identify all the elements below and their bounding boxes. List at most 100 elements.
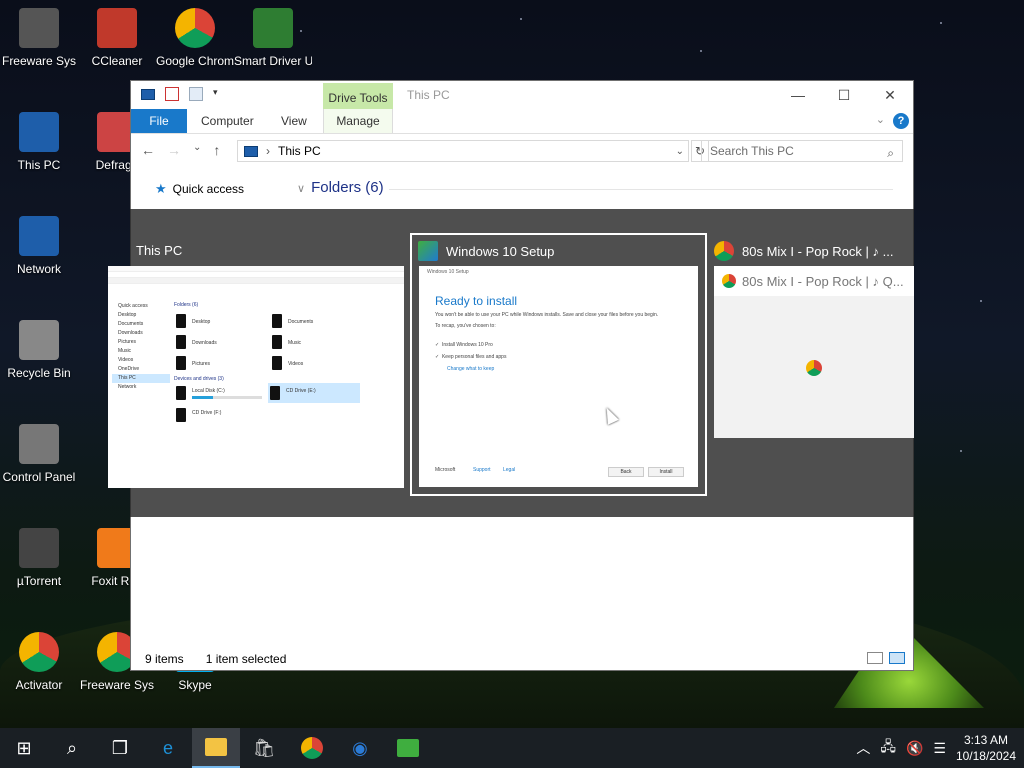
desktop-icon[interactable]: This PC (0, 112, 78, 172)
properties-icon[interactable] (165, 87, 179, 101)
network-icon[interactable]: 🖧 (880, 736, 896, 760)
file-explorer-icon (205, 738, 227, 756)
setup-icon (397, 739, 419, 757)
install-button[interactable]: Install (648, 467, 684, 477)
folder-icon (176, 314, 186, 328)
status-bar: 9 items 1 item selected (145, 652, 286, 666)
chrome-icon (722, 274, 736, 288)
firefox-icon[interactable]: ◉ (336, 728, 384, 768)
folder-label: Downloads (192, 340, 217, 346)
folder-icon (176, 356, 186, 370)
folder-label: Documents (288, 319, 314, 325)
search-icon[interactable]: ⌕ (48, 728, 96, 768)
window-title: This PC (407, 88, 450, 102)
change-what-to-keep-link[interactable]: Change what to keep (447, 366, 494, 372)
start-icon[interactable]: ⊞ (0, 728, 48, 768)
desktop-icon[interactable]: Freeware Sys (0, 8, 78, 68)
mini-nav-item: Documents (118, 321, 144, 327)
breadcrumb-chevron-icon[interactable]: › (266, 144, 270, 158)
drive-tools-contextual-tab: Drive Tools (323, 83, 393, 109)
this-pc-icon (141, 88, 155, 100)
drive-label: CD Drive (F:) (192, 410, 222, 416)
details-view-button[interactable] (867, 652, 883, 664)
minimize-button[interactable]: — (775, 81, 821, 109)
utorrent-icon (19, 528, 59, 568)
drive-icon (176, 408, 186, 422)
folder-icon (272, 335, 282, 349)
ribbon-tabs: File Computer View Manage ⌄ ? (131, 109, 913, 134)
tab-computer[interactable]: Computer (201, 109, 254, 133)
desktop-icon[interactable]: Google Chrome (156, 8, 234, 68)
mini-nav-item: OneDrive (118, 366, 140, 372)
desktop-icon[interactable]: Activator (0, 632, 78, 692)
file-explorer-icon[interactable] (192, 728, 240, 768)
desktop-icon[interactable]: Network (0, 216, 78, 276)
tab-file[interactable]: File (131, 109, 187, 133)
drive-icon (176, 386, 186, 400)
large-icons-view-button[interactable] (889, 652, 905, 664)
this-pc-thumbnail[interactable]: Quick access Desktop Documents Downloads Pic… (108, 266, 404, 488)
tab-view[interactable]: View (281, 109, 307, 133)
help-icon[interactable]: ? (893, 113, 909, 129)
address-bar[interactable]: › This PC ⌄ (237, 140, 689, 162)
up-arrow-icon[interactable]: ↑ (213, 142, 220, 158)
folder-label: Music (288, 340, 302, 346)
desktop-icon[interactable]: Control Panel (0, 424, 78, 484)
desktop-icon-label: Freeware Sys (1, 54, 77, 68)
notifications-icon[interactable]: ☰ (933, 740, 946, 757)
back-button[interactable]: Back (608, 467, 644, 477)
setup-icon (418, 241, 438, 261)
chrome-icon (175, 8, 215, 48)
windows-setup-thumbnail[interactable]: Windows 10 Setup Ready to install You wo… (419, 266, 698, 487)
chevron-down-icon[interactable]: ▾ (213, 87, 221, 101)
nav-quick-access[interactable]: ★ Quick access (155, 181, 244, 197)
desktop-icon[interactable]: Recycle Bin (0, 320, 78, 380)
new-folder-icon[interactable] (189, 87, 203, 101)
setup-icon[interactable] (384, 728, 432, 768)
search-input[interactable]: Search This PC ⌕ (701, 140, 903, 162)
chrome-loading-icon (806, 360, 822, 376)
maximize-button[interactable]: ☐ (821, 81, 867, 109)
mini-nav-item: Pictures (118, 339, 137, 345)
desktop-icon[interactable]: CCleaner (78, 8, 156, 68)
chevron-up-icon[interactable]: ︿ (856, 738, 870, 758)
tab-manage[interactable]: Manage (323, 109, 393, 133)
tile-title-windows-setup[interactable]: Windows 10 Setup (418, 241, 554, 261)
selection-count: 1 item selected (205, 652, 287, 666)
desktop-icon-label: Control Panel (2, 470, 76, 484)
drive-icon (270, 386, 280, 400)
desktop-icon[interactable]: µTorrent (0, 528, 78, 588)
clock[interactable]: 3:13 AM 10/18/2024 (956, 732, 1016, 764)
firefox-icon: ◉ (352, 737, 368, 758)
drive-label: CD Drive (E:) (286, 388, 316, 394)
chrome-thumbnail[interactable]: 80s Mix I - Pop Rock | ♪ Q... (714, 266, 914, 438)
chrome-icon[interactable] (288, 728, 336, 768)
close-button[interactable]: ✕ (867, 81, 913, 109)
back-arrow-icon[interactable]: ← (141, 142, 155, 158)
mini-nav-item: Quick access (118, 303, 148, 309)
address-dropdown-icon[interactable]: ⌄ (676, 146, 684, 157)
folder-icon (272, 356, 282, 370)
volume-muted-icon[interactable]: 🔇 (906, 740, 923, 757)
store-icon[interactable]: 🛍 (240, 728, 288, 768)
forward-arrow-icon[interactable]: → (167, 142, 181, 158)
chrome-icon (301, 737, 323, 759)
this-pc-icon (19, 112, 59, 152)
desktop-icon-label: CCleaner (91, 54, 143, 68)
folders-section-header[interactable]: ∨ Folders (6) (297, 179, 384, 196)
recent-locations-icon[interactable]: ⌄ (193, 142, 201, 158)
collapse-ribbon-icon[interactable]: ⌄ (876, 113, 885, 126)
tile-title-this-pc[interactable]: This PC (136, 243, 182, 258)
tile-title-chrome[interactable]: 80s Mix I - Pop Rock | ♪ ... (714, 241, 893, 261)
star-icon: ★ (155, 181, 167, 196)
breadcrumb[interactable]: This PC (278, 144, 321, 158)
edge-icon[interactable]: e (144, 728, 192, 768)
title-bar[interactable]: ▾ Drive Tools This PC — ☐ ✕ (131, 81, 913, 109)
desktop-icon-label: This PC (17, 158, 61, 172)
recycle-bin-icon (19, 320, 59, 360)
freeware-icon (19, 8, 59, 48)
task-view-icon[interactable]: ❐ (96, 728, 144, 768)
quick-access-toolbar: ▾ (141, 87, 221, 101)
start-icon: ⊞ (16, 737, 32, 758)
desktop-icon[interactable]: Smart Driver Updater (234, 8, 312, 68)
